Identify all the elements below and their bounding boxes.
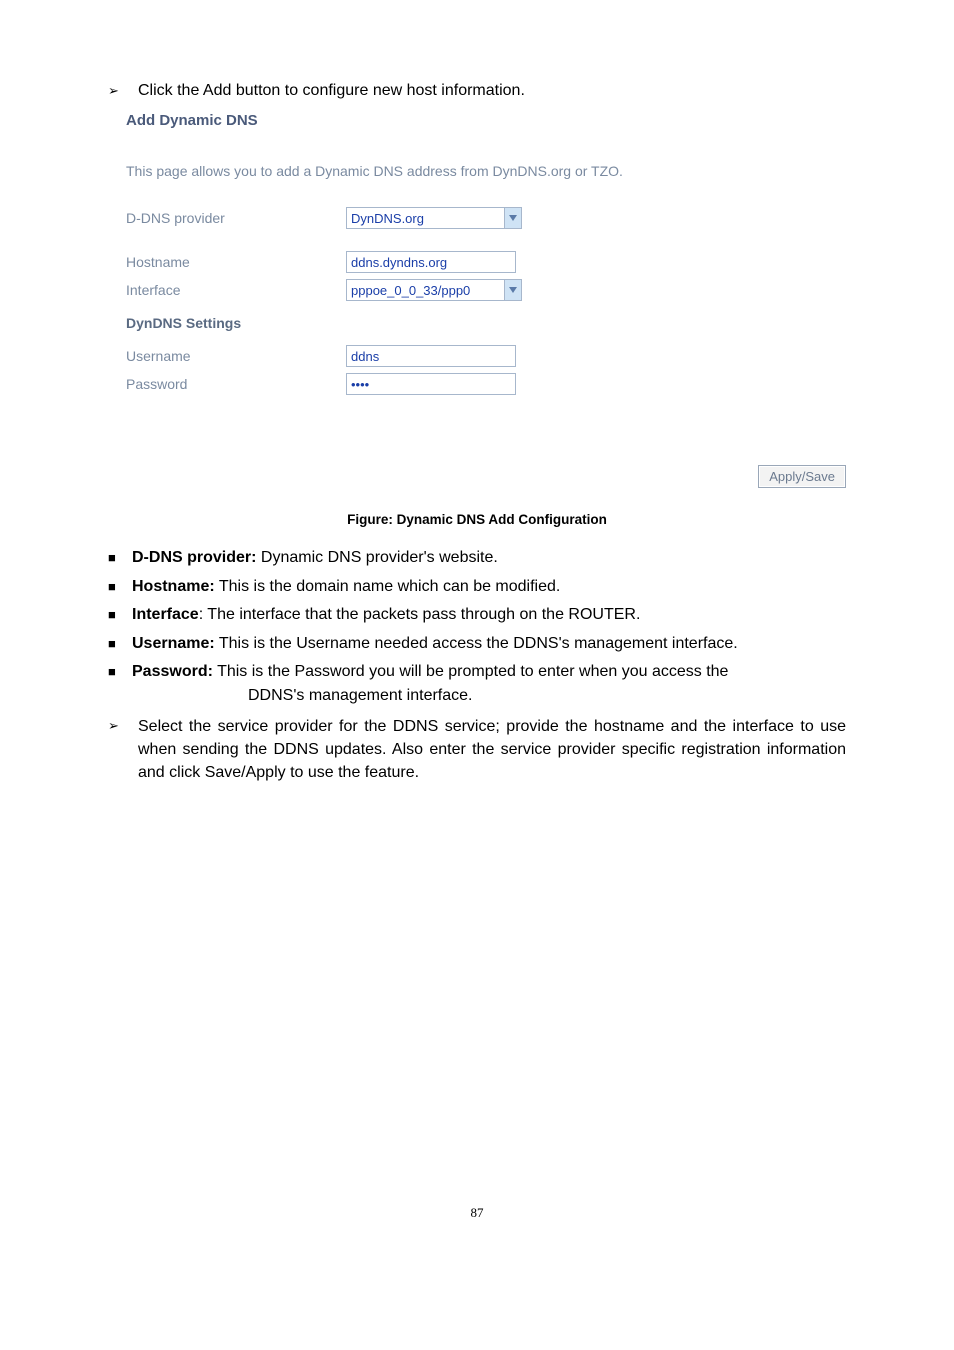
final-paragraph: Select the service provider for the DDNS… <box>138 715 846 785</box>
label-password: Password <box>126 376 346 392</box>
panel-title: Add Dynamic DNS <box>126 112 806 129</box>
def-interface: Interface: The interface that the packet… <box>132 604 846 626</box>
dyndns-settings-heading: DynDNS Settings <box>126 315 806 331</box>
label-hostname: Hostname <box>126 254 346 270</box>
intro-text: Click the Add button to configure new ho… <box>138 80 525 102</box>
add-dynamic-dns-panel: Add Dynamic DNS This page allows you to … <box>126 112 806 395</box>
label-provider: D-DNS provider <box>126 210 346 226</box>
triangle-bullet-icon: ➢ <box>108 82 122 100</box>
triangle-bullet-icon: ➢ <box>108 717 122 735</box>
def-hostname: Hostname: This is the domain name which … <box>132 576 846 598</box>
square-bullet-icon: ■ <box>108 606 122 624</box>
def-provider: D-DNS provider: Dynamic DNS provider's w… <box>132 547 846 569</box>
square-bullet-icon: ■ <box>108 663 122 681</box>
page-number: 87 <box>108 1205 846 1221</box>
apply-save-button[interactable]: Apply/Save <box>758 465 846 488</box>
username-input[interactable] <box>346 345 516 367</box>
square-bullet-icon: ■ <box>108 635 122 653</box>
figure-caption: Figure: Dynamic DNS Add Configuration <box>108 512 846 527</box>
interface-select[interactable]: pppoe_0_0_33/ppp0 <box>346 279 522 301</box>
hostname-input[interactable] <box>346 251 516 273</box>
square-bullet-icon: ■ <box>108 549 122 567</box>
label-interface: Interface <box>126 282 346 298</box>
def-password: Password: This is the Password you will … <box>132 661 846 683</box>
password-input[interactable] <box>346 373 516 395</box>
provider-select[interactable]: DynDNS.org <box>346 207 522 229</box>
label-username: Username <box>126 348 346 364</box>
square-bullet-icon: ■ <box>108 578 122 596</box>
def-password-cont: DDNS's management interface. <box>248 685 846 707</box>
panel-description: This page allows you to add a Dynamic DN… <box>126 163 806 179</box>
def-username: Username: This is the Username needed ac… <box>132 633 846 655</box>
